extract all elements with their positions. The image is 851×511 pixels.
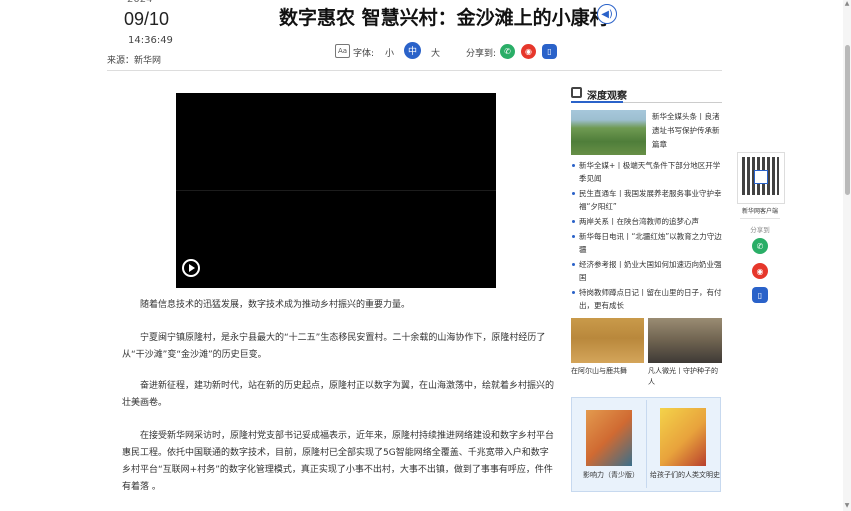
font-size-icon: Aa: [335, 44, 350, 58]
book-caption[interactable]: 给孩子们的人类文明史: [650, 470, 720, 480]
mobile-icon[interactable]: ▯: [542, 44, 557, 59]
article-paragraph: 在接受新华网采访时，原隆村党支部书记妥成福表示，近年来，原隆村持续推进网络建设和…: [122, 431, 555, 492]
featured-image[interactable]: [571, 110, 646, 155]
qr-logo: [754, 170, 768, 184]
news-list: 新华全媒+丨极端天气条件下部分地区开学季见闻 民生直通车丨我国发展养老服务事业守…: [571, 159, 723, 314]
news-list-item[interactable]: 新华每日电讯丨“北疆红烛”以教育之力守边疆: [571, 230, 723, 256]
article-paragraph: 随着信息技术的迅猛发展，数字技术成为推动乡村振兴的重要力量。: [140, 300, 411, 310]
article-paragraph: 奋进新征程，建功新时代，站在新的历史起点，原隆村正以数字为翼，在山海激荡中，绘就…: [122, 381, 555, 408]
weibo-icon[interactable]: ◉: [752, 263, 768, 279]
news-list-item[interactable]: 两岸关系丨在陕台湾教师的追梦心声: [571, 215, 723, 228]
news-list-item[interactable]: 民生直通车丨我国发展养老服务事业守护幸福“夕阳红”: [571, 187, 723, 213]
sidebar-title-underline: [571, 101, 623, 103]
font-large-button[interactable]: 大: [431, 46, 440, 59]
font-medium-button[interactable]: 中: [404, 42, 421, 59]
book-cover[interactable]: [586, 410, 632, 466]
video-frame-line: [176, 190, 496, 191]
photo-caption[interactable]: 凡人微光丨守护种子的人: [648, 366, 722, 388]
article-source: 来源：新华网: [107, 56, 162, 66]
scroll-down-arrow-icon[interactable]: ▼: [843, 502, 851, 510]
side-share-label: 分享到: [750, 226, 770, 234]
play-icon[interactable]: [182, 259, 200, 277]
article-paragraph: 宁夏闽宁镇原隆村，是永宁县最大的“十二五”生态移民安置村。二十余载的山海协作下，…: [122, 333, 546, 360]
publish-year: 2024: [127, 0, 152, 5]
news-list-item[interactable]: 新华全媒+丨极端天气条件下部分地区开学季见闻: [571, 159, 723, 185]
scrollbar-thumb[interactable]: [845, 45, 850, 195]
publish-time: 14:36:49: [128, 35, 173, 46]
family-photo[interactable]: [648, 318, 722, 363]
publish-date: 09/10: [124, 9, 170, 29]
book-promo-divider: [646, 400, 647, 488]
book-caption[interactable]: 影响力（青少版）: [576, 470, 646, 480]
sidebar-title: 深度观察: [587, 91, 627, 102]
page-title: 数字惠农 智慧兴村：金沙滩上的小康村: [279, 7, 609, 29]
font-size-label: 字体:: [353, 49, 375, 59]
weibo-icon[interactable]: ◉: [521, 44, 536, 59]
speaker-icon[interactable]: ◀): [597, 4, 617, 24]
deep-observe-icon: [571, 87, 582, 98]
header-divider: [107, 70, 722, 71]
share-label: 分享到:: [466, 49, 497, 59]
book-cover[interactable]: [660, 408, 706, 466]
qr-caption: 新华网客户端: [741, 208, 778, 215]
photo-caption[interactable]: 在阿尔山与鹿共舞: [571, 366, 644, 377]
deer-photo[interactable]: [571, 318, 644, 363]
featured-headline[interactable]: 新华全媒头条丨良渚遗址书写保护传承新篇章: [652, 110, 724, 152]
side-panel-divider: [740, 218, 780, 219]
wechat-icon[interactable]: ✆: [500, 44, 515, 59]
font-small-button[interactable]: 小: [385, 46, 394, 59]
mobile-icon[interactable]: ▯: [752, 287, 768, 303]
scroll-up-arrow-icon[interactable]: ▲: [843, 0, 851, 8]
news-list-item[interactable]: 经济参考报丨奶业大国如何加速迈向奶业强国: [571, 258, 723, 284]
wechat-icon[interactable]: ✆: [752, 238, 768, 254]
news-list-item[interactable]: 特岗教师蹲点日记丨留在山里的日子，有付出，更有成长: [571, 286, 723, 312]
